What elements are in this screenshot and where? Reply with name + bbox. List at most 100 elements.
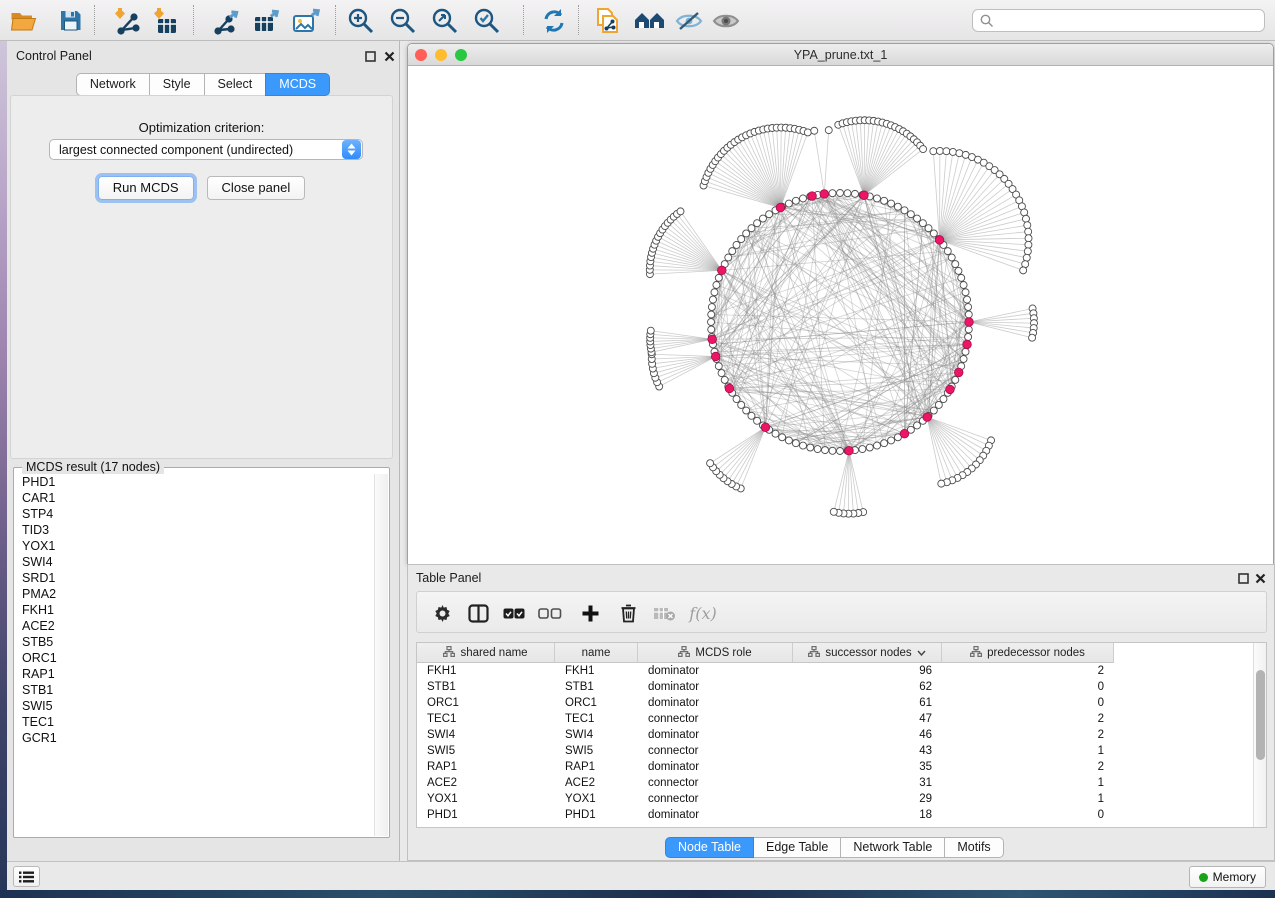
- dominator-node[interactable]: [725, 384, 734, 393]
- close-panel-button[interactable]: Close panel: [207, 176, 306, 200]
- cell-successor-nodes[interactable]: 46: [793, 727, 942, 743]
- cell-predecessor-nodes[interactable]: 2: [942, 663, 1114, 679]
- network-node[interactable]: [962, 348, 969, 355]
- cell-shared-name[interactable]: FKH1: [417, 663, 555, 679]
- network-node[interactable]: [800, 195, 807, 202]
- network-node[interactable]: [866, 444, 873, 451]
- network-node[interactable]: [925, 225, 932, 232]
- network-leaf-node[interactable]: [804, 129, 811, 136]
- network-leaf-node[interactable]: [930, 148, 937, 155]
- dominator-node[interactable]: [935, 236, 944, 245]
- import-network-icon[interactable]: [110, 4, 144, 37]
- mcds-result-item[interactable]: SWI4: [15, 554, 374, 570]
- network-node[interactable]: [785, 437, 792, 444]
- network-leaf-node[interactable]: [830, 508, 837, 515]
- delete-columns-icon[interactable]: [615, 601, 641, 625]
- mcds-result-item[interactable]: CAR1: [15, 490, 374, 506]
- dominator-node[interactable]: [711, 352, 720, 361]
- network-node[interactable]: [792, 197, 799, 204]
- close-table-panel-icon[interactable]: [1253, 571, 1267, 585]
- copy-network-icon[interactable]: [591, 4, 625, 37]
- function-builder-icon[interactable]: f(x): [685, 601, 721, 625]
- tab-style[interactable]: Style: [149, 73, 205, 96]
- network-node[interactable]: [708, 326, 715, 333]
- cell-name[interactable]: PHD1: [555, 807, 638, 823]
- deselect-all-icon[interactable]: [537, 601, 563, 625]
- dominator-node[interactable]: [963, 340, 972, 349]
- cell-shared-name[interactable]: YOX1: [417, 791, 555, 807]
- dominator-node[interactable]: [923, 413, 932, 422]
- mcds-result-item[interactable]: GCR1: [15, 730, 374, 746]
- network-node[interactable]: [715, 274, 722, 281]
- network-leaf-node[interactable]: [1025, 228, 1032, 235]
- mcds-result-item[interactable]: RAP1: [15, 666, 374, 682]
- cell-mcds-role[interactable]: connector: [638, 711, 793, 727]
- network-node[interactable]: [743, 230, 750, 237]
- cell-name[interactable]: SWI5: [555, 743, 638, 759]
- cell-shared-name[interactable]: RAP1: [417, 759, 555, 775]
- tab-edge-table[interactable]: Edge Table: [753, 837, 841, 858]
- dominator-node[interactable]: [965, 318, 974, 327]
- network-node[interactable]: [965, 311, 972, 318]
- network-node[interactable]: [888, 437, 895, 444]
- network-node[interactable]: [881, 197, 888, 204]
- network-node[interactable]: [894, 203, 901, 210]
- column-header-shared-name[interactable]: shared name: [417, 643, 555, 663]
- cell-successor-nodes[interactable]: 35: [793, 759, 942, 775]
- network-leaf-node[interactable]: [1025, 241, 1032, 248]
- cell-predecessor-nodes[interactable]: 2: [942, 759, 1114, 775]
- network-node[interactable]: [715, 363, 722, 370]
- mcds-result-item[interactable]: STB5: [15, 634, 374, 650]
- memory-button[interactable]: Memory: [1189, 866, 1266, 888]
- table-row[interactable]: SWI5SWI5connector431: [417, 743, 1114, 759]
- network-node[interactable]: [729, 248, 736, 255]
- cell-name[interactable]: RAP1: [555, 759, 638, 775]
- cell-successor-nodes[interactable]: 47: [793, 711, 942, 727]
- mcds-result-item[interactable]: PMA2: [15, 586, 374, 602]
- network-node[interactable]: [733, 396, 740, 403]
- cell-predecessor-nodes[interactable]: 1: [942, 743, 1114, 759]
- dominator-node[interactable]: [808, 192, 817, 201]
- cell-successor-nodes[interactable]: 61: [793, 695, 942, 711]
- table-row[interactable]: PHD1PHD1dominator180: [417, 807, 1114, 823]
- network-node[interactable]: [859, 446, 866, 453]
- network-node[interactable]: [708, 311, 715, 318]
- network-node[interactable]: [940, 396, 947, 403]
- network-node[interactable]: [873, 195, 880, 202]
- delete-table-icon[interactable]: [651, 601, 677, 625]
- window-minimize-button[interactable]: [435, 49, 447, 61]
- tab-network-table[interactable]: Network Table: [840, 837, 945, 858]
- network-node[interactable]: [881, 440, 888, 447]
- cell-shared-name[interactable]: ORC1: [417, 695, 555, 711]
- column-header-predecessor-nodes[interactable]: predecessor nodes: [942, 643, 1114, 663]
- network-node[interactable]: [964, 296, 971, 303]
- network-leaf-node[interactable]: [938, 480, 945, 487]
- network-node[interactable]: [772, 430, 779, 437]
- network-node[interactable]: [814, 446, 821, 453]
- table-settings-icon[interactable]: [429, 601, 455, 625]
- dominator-node[interactable]: [776, 203, 785, 212]
- network-leaf-node[interactable]: [811, 127, 818, 134]
- network-leaf-node[interactable]: [1022, 215, 1029, 222]
- network-leaf-node[interactable]: [1029, 334, 1036, 341]
- cell-shared-name[interactable]: PHD1: [417, 807, 555, 823]
- network-node[interactable]: [914, 215, 921, 222]
- column-header-mcds-role[interactable]: MCDS role: [638, 643, 793, 663]
- network-node[interactable]: [930, 407, 937, 414]
- optimization-criterion-select[interactable]: largest connected component (undirected): [49, 139, 363, 160]
- export-image-icon[interactable]: [290, 4, 324, 37]
- mcds-result-item[interactable]: STP4: [15, 506, 374, 522]
- cell-successor-nodes[interactable]: 31: [793, 775, 942, 791]
- network-node[interactable]: [738, 236, 745, 243]
- save-session-icon[interactable]: [53, 4, 87, 37]
- cell-shared-name[interactable]: TEC1: [417, 711, 555, 727]
- cell-name[interactable]: ORC1: [555, 695, 638, 711]
- cell-predecessor-nodes[interactable]: 1: [942, 775, 1114, 791]
- network-node[interactable]: [822, 447, 829, 454]
- network-node[interactable]: [962, 289, 969, 296]
- network-node[interactable]: [711, 289, 718, 296]
- network-node[interactable]: [721, 376, 728, 383]
- network-node[interactable]: [844, 190, 851, 197]
- table-row[interactable]: SWI4SWI4dominator462: [417, 727, 1114, 743]
- network-node[interactable]: [800, 442, 807, 449]
